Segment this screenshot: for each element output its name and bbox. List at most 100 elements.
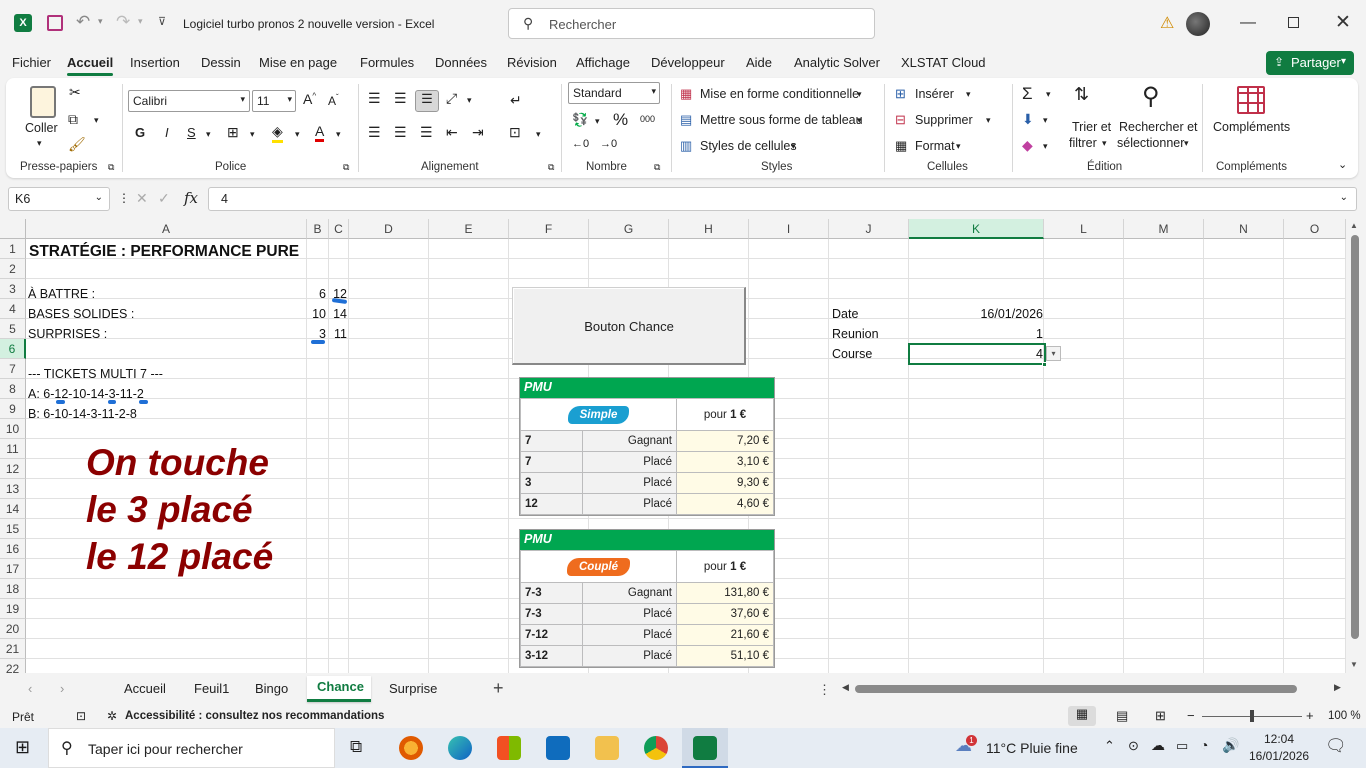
column-header-k[interactable]: K xyxy=(909,219,1044,239)
more-icon[interactable]: ⋮ xyxy=(118,191,130,205)
row-header-22[interactable]: 22 xyxy=(0,659,26,673)
cell-k6[interactable]: 4 xyxy=(910,344,1043,364)
font-color-dropdown-icon[interactable]: ▾ xyxy=(336,129,341,140)
insert-function-icon[interactable]: fx xyxy=(184,189,198,207)
cell-a9[interactable]: B: 6-10-14-3-11-2-8 xyxy=(28,404,137,424)
align-right-icon[interactable]: ☰ xyxy=(420,124,433,141)
cell-a5[interactable]: SURPRISES : xyxy=(28,324,107,344)
fill-handle[interactable] xyxy=(1042,362,1047,367)
align-center-icon[interactable]: ☰ xyxy=(394,124,407,141)
sheet-tab-feuil1[interactable]: Feuil1 xyxy=(194,681,229,696)
wrap-text-icon[interactable]: ↵ xyxy=(510,92,522,109)
tab-fichier[interactable]: Fichier xyxy=(12,55,51,70)
redo-icon[interactable]: ↷ xyxy=(116,12,130,32)
name-box[interactable]: K6 ⌄ xyxy=(8,187,110,211)
outlook-icon[interactable] xyxy=(546,736,570,760)
row-header-2[interactable]: 2 xyxy=(0,259,26,279)
cell-j5[interactable]: Reunion xyxy=(832,324,879,344)
bold-button[interactable]: G xyxy=(135,125,145,140)
underline-dropdown-icon[interactable]: ▾ xyxy=(206,129,211,140)
row-header-4[interactable]: 4 xyxy=(0,299,26,319)
dialog-launcher-icon[interactable]: ⧉ xyxy=(654,162,660,173)
row-header-16[interactable]: 16 xyxy=(0,539,26,559)
thousands-button[interactable]: 000 xyxy=(640,114,655,124)
vertical-scrollbar[interactable]: ▲ ▼ xyxy=(1348,219,1362,673)
addins-button[interactable]: Compléments xyxy=(1213,120,1290,134)
app-icon[interactable] xyxy=(399,736,423,760)
decrease-font-icon[interactable]: Aˇ xyxy=(328,93,339,108)
autosum-icon[interactable]: Σ xyxy=(1022,84,1033,104)
tab-dessin[interactable]: Dessin xyxy=(201,55,241,70)
weather-text[interactable]: 11°C Pluie fine xyxy=(986,740,1078,756)
cell-a8[interactable]: A: 6-12-10-14-3-11-2 xyxy=(28,384,144,404)
cell-c5[interactable]: 11 xyxy=(328,324,347,344)
font-family-select[interactable]: Calibri ▾ xyxy=(128,90,250,112)
notifications-icon[interactable]: 🗨 xyxy=(1325,736,1347,756)
sheet-tab-bingo[interactable]: Bingo xyxy=(255,681,288,696)
row-header-21[interactable]: 21 xyxy=(0,639,26,659)
zoom-out-icon[interactable]: − xyxy=(1187,708,1195,723)
select-all-corner[interactable] xyxy=(0,219,26,239)
meet-now-icon[interactable]: ⊙ xyxy=(1128,738,1139,754)
windows-start-icon[interactable]: ⊞ xyxy=(15,737,30,758)
autosum-dropdown-icon[interactable]: ▾ xyxy=(1046,89,1051,100)
delete-button[interactable]: Supprimer xyxy=(915,113,973,127)
tab-aide[interactable]: Aide xyxy=(746,55,772,70)
collapse-ribbon-icon[interactable]: ⌄ xyxy=(1338,158,1347,171)
row-header-6[interactable]: 6 xyxy=(0,339,26,359)
sheet-tab-chance[interactable]: Chance xyxy=(317,679,364,694)
clock-time[interactable]: 12:04 xyxy=(1264,732,1294,746)
sheet-tab-accueil[interactable]: Accueil xyxy=(124,681,166,696)
search-box[interactable]: ⚲ Rechercher xyxy=(508,8,875,39)
conditional-format-button[interactable]: Mise en forme conditionnelle xyxy=(700,87,859,101)
format-cells-icon[interactable]: ▦ xyxy=(895,138,907,154)
sheet-tab-surprise[interactable]: Surprise xyxy=(389,681,437,696)
fill-color-dropdown-icon[interactable]: ▾ xyxy=(295,129,300,140)
cell-a4[interactable]: BASES SOLIDES : xyxy=(28,304,134,324)
row-header-9[interactable]: 9 xyxy=(0,399,26,419)
chrome-icon[interactable] xyxy=(644,736,668,760)
cancel-icon[interactable]: ✕ xyxy=(136,190,148,207)
cell-a1[interactable]: STRATÉGIE : PERFORMANCE PURE xyxy=(29,242,299,262)
sort-filter-button-line2[interactable]: filtrer xyxy=(1069,136,1097,150)
chevron-down-icon[interactable]: ▾ xyxy=(956,141,961,152)
format-table-button[interactable]: Mettre sous forme de tableau xyxy=(700,113,863,127)
addins-icon[interactable] xyxy=(1237,86,1265,114)
borders-icon[interactable]: ⊞ xyxy=(227,124,239,141)
row-header-15[interactable]: 15 xyxy=(0,519,26,539)
underline-button[interactable]: S xyxy=(187,125,196,140)
conditional-format-icon[interactable]: ▦ xyxy=(680,86,692,102)
fill-dropdown-icon[interactable]: ▾ xyxy=(1043,115,1048,126)
tab-formules[interactable]: Formules xyxy=(360,55,414,70)
page-layout-icon[interactable]: ▤ xyxy=(1116,708,1128,724)
decrease-decimal-icon[interactable]: →0 xyxy=(600,138,617,150)
cell-a7[interactable]: --- TICKETS MULTI 7 --- xyxy=(28,364,163,384)
copy-icon[interactable]: ⧉ xyxy=(68,111,78,128)
tab-xlstat-cloud[interactable]: XLSTAT Cloud xyxy=(901,55,986,70)
delete-cells-icon[interactable]: ⊟ xyxy=(895,112,906,128)
chevron-down-icon[interactable]: ▾ xyxy=(857,115,862,126)
column-header-e[interactable]: E xyxy=(429,219,509,239)
maximize-icon[interactable] xyxy=(1288,17,1299,28)
column-header-n[interactable]: N xyxy=(1204,219,1284,239)
tab-donnees[interactable]: Données xyxy=(435,55,487,70)
scroll-thumb[interactable] xyxy=(1351,235,1359,639)
undo-icon[interactable]: ↶ xyxy=(76,12,90,32)
chevron-down-icon[interactable]: ▾ xyxy=(986,115,991,126)
paste-button[interactable]: Coller xyxy=(25,121,58,135)
formula-input[interactable]: 4 ⌄ xyxy=(208,187,1357,211)
decrease-indent-icon[interactable]: ⇤ xyxy=(446,124,458,141)
row-header-12[interactable]: 12 xyxy=(0,459,26,479)
sort-filter-button[interactable]: Trier et xyxy=(1072,120,1111,134)
row-header-11[interactable]: 11 xyxy=(0,439,26,459)
save-icon[interactable] xyxy=(47,15,63,31)
macro-record-icon[interactable]: ⊡ xyxy=(76,709,86,723)
minimize-icon[interactable]: — xyxy=(1240,14,1256,32)
row-header-17[interactable]: 17 xyxy=(0,559,26,579)
tab-insertion[interactable]: Insertion xyxy=(130,55,180,70)
cell-b3[interactable]: 6 xyxy=(308,284,326,304)
find-select-icon[interactable]: ⚲ xyxy=(1142,82,1160,111)
zoom-level[interactable]: 100 % xyxy=(1328,710,1361,722)
percent-button[interactable]: % xyxy=(613,110,628,130)
find-select-button[interactable]: Rechercher et xyxy=(1119,120,1198,134)
